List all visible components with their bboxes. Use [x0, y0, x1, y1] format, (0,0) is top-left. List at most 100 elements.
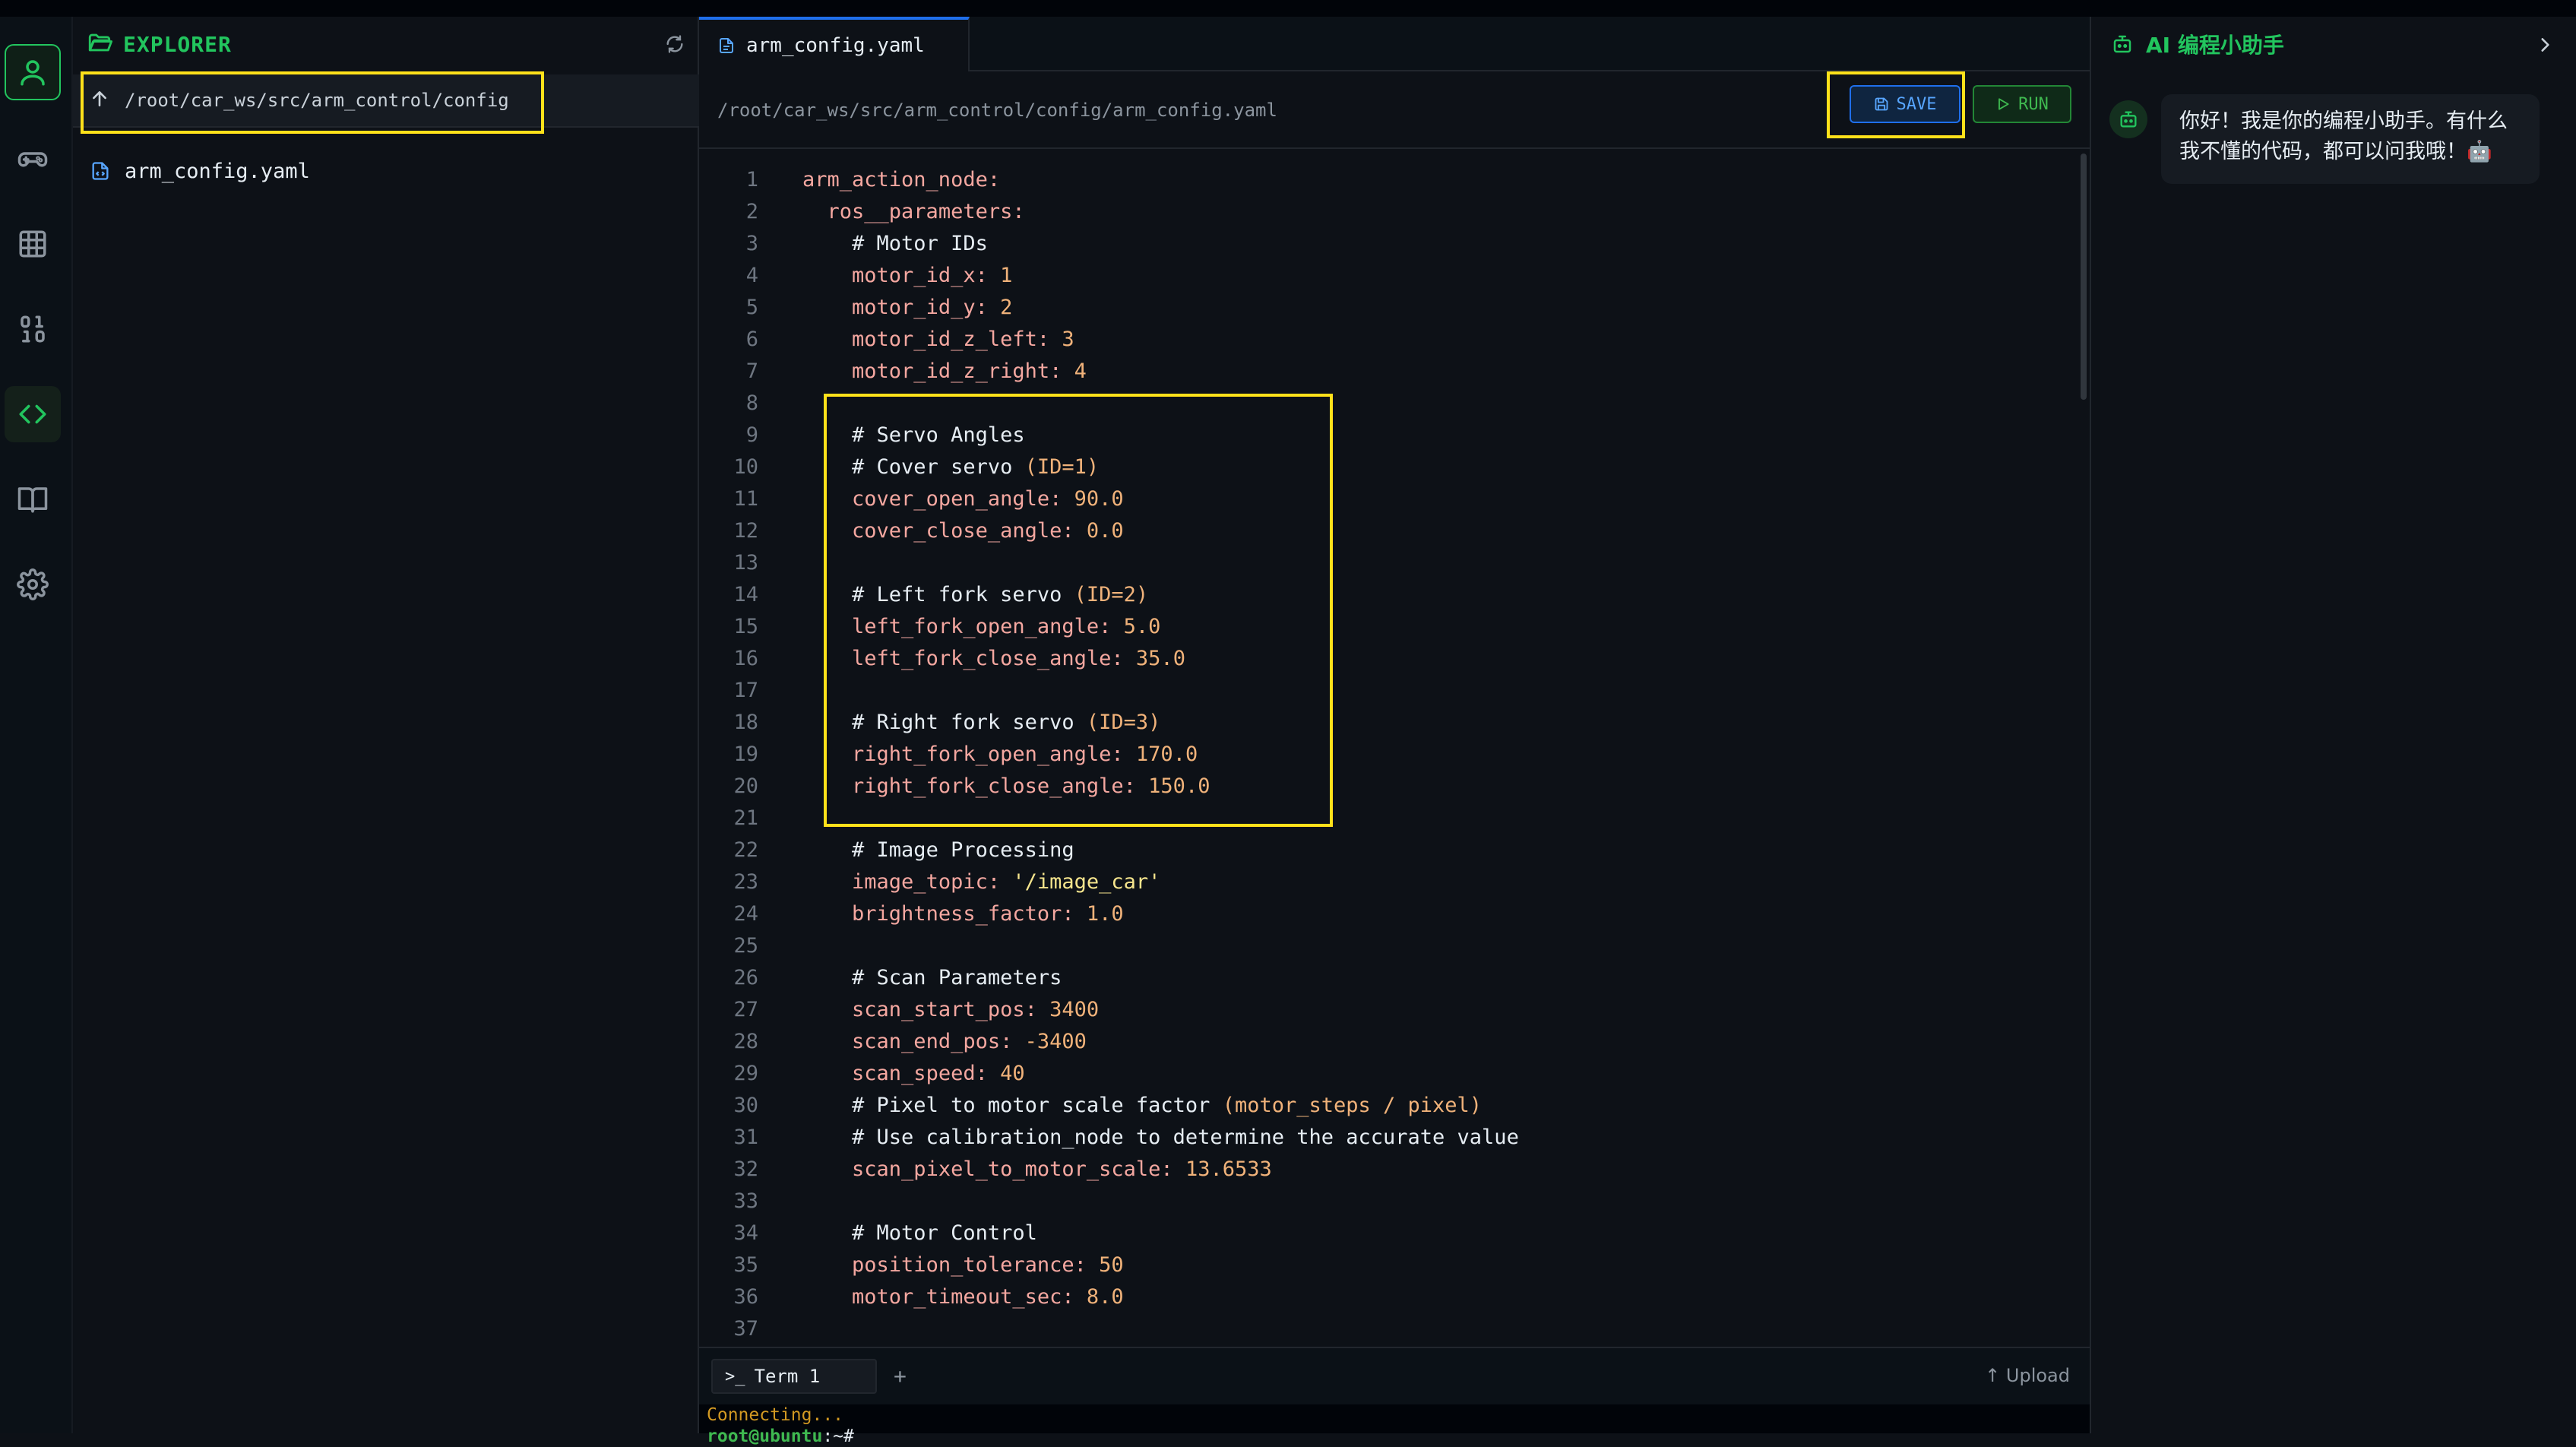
code-line[interactable]: 33 — [699, 1186, 2052, 1217]
editor-scrollbar[interactable] — [2081, 154, 2087, 400]
code-line[interactable]: 34 # Motor Control — [699, 1217, 2052, 1249]
gamepad-icon[interactable] — [5, 131, 61, 187]
code-text: motor_id_x: 1 — [852, 264, 1013, 287]
line-number: 22 — [733, 838, 758, 862]
folder-open-icon — [87, 30, 112, 59]
code-line[interactable]: 37 — [699, 1313, 2052, 1345]
line-number: 7 — [745, 359, 758, 383]
add-terminal-button[interactable]: + — [894, 1363, 907, 1388]
code-line[interactable]: 28 scan_end_pos: -3400 — [699, 1026, 2052, 1058]
line-number: 5 — [745, 296, 758, 319]
code-text: scan_pixel_to_motor_scale: 13.6533 — [852, 1157, 1272, 1181]
chevron-right-icon[interactable] — [2535, 35, 2555, 58]
code-line[interactable]: 20 right_fork_close_angle: 150.0 — [699, 771, 2052, 803]
code-line[interactable]: 18 # Right fork servo (ID=3) — [699, 707, 2052, 739]
code-text: # Motor Control — [852, 1221, 1037, 1245]
code-line[interactable]: 17 — [699, 675, 2052, 707]
code-line[interactable]: 14 # Left fork servo (ID=2) — [699, 579, 2052, 611]
code-line[interactable]: 25 — [699, 930, 2052, 962]
code-text: right_fork_close_angle: 150.0 — [852, 774, 1210, 798]
code-line[interactable]: 19 right_fork_open_angle: 170.0 — [699, 739, 2052, 771]
code-line[interactable]: 8 — [699, 388, 2052, 420]
line-number: 15 — [733, 615, 758, 638]
tab-arm-config[interactable]: arm_config.yaml — [699, 17, 970, 71]
line-number: 2 — [745, 200, 758, 223]
code-text: scan_speed: 40 — [852, 1062, 1025, 1085]
line-number: 16 — [733, 647, 758, 670]
line-number: 27 — [733, 998, 758, 1021]
play-icon — [1998, 98, 2009, 110]
refresh-icon[interactable] — [664, 33, 685, 55]
file-icon — [720, 38, 733, 53]
code-text: arm_action_node: — [802, 168, 1001, 192]
ai-avatar — [2109, 100, 2147, 138]
code-line[interactable]: 21 — [699, 803, 2052, 834]
file-name: arm_config.yaml — [125, 159, 310, 183]
terminal-tab-label: Term 1 — [754, 1366, 821, 1387]
line-number: 24 — [733, 902, 758, 926]
line-number: 10 — [733, 455, 758, 479]
code-line[interactable]: 27 scan_start_pos: 3400 — [699, 994, 2052, 1026]
code-line[interactable]: 12 cover_close_angle: 0.0 — [699, 515, 2052, 547]
code-icon[interactable] — [5, 386, 61, 442]
file-item[interactable]: arm_config.yaml — [73, 146, 699, 196]
explorer-panel: EXPLORER /root/car_ws/src/arm_control/co… — [73, 17, 699, 1433]
code-editor[interactable]: 1 arm_action_node: 2 ros__parameters: 3 # M… — [699, 154, 2090, 1357]
code-line[interactable]: 36 motor_timeout_sec: 8.0 — [699, 1281, 2052, 1313]
code-line[interactable]: 10 # Cover servo (ID=1) — [699, 451, 2052, 483]
code-line[interactable]: 7 motor_id_z_right: 4 — [699, 356, 2052, 388]
code-text: brightness_factor: 1.0 — [852, 902, 1124, 926]
code-line[interactable]: 4 motor_id_x: 1 — [699, 260, 2052, 292]
ai-message-line-1: 你好！我是你的编程小助手。有什么 — [2179, 109, 2508, 133]
run-button[interactable]: RUN — [1973, 85, 2071, 123]
line-number: 30 — [733, 1094, 758, 1117]
code-text: motor_id_y: 2 — [852, 296, 1013, 319]
code-text: # Motor IDs — [852, 232, 988, 255]
code-line[interactable]: 31 # Use calibration_node to determine t… — [699, 1122, 2052, 1154]
line-number: 4 — [745, 264, 758, 287]
gear-icon[interactable] — [5, 556, 61, 613]
code-line[interactable]: 24 brightness_factor: 1.0 — [699, 898, 2052, 930]
code-line[interactable]: 29 scan_speed: 40 — [699, 1058, 2052, 1090]
tab-terminal-1[interactable]: >_ Term 1 — [711, 1359, 877, 1394]
editor-panel: arm_config.yaml /root/car_ws/src/arm_con… — [699, 17, 2090, 1446]
code-line[interactable]: 16 left_fork_close_angle: 35.0 — [699, 643, 2052, 675]
code-line[interactable]: 26 # Scan Parameters — [699, 962, 2052, 994]
explorer-title: EXPLORER — [123, 31, 232, 57]
code-text: cover_close_angle: 0.0 — [852, 519, 1124, 543]
line-number: 35 — [733, 1253, 758, 1277]
arrow-up-icon[interactable] — [90, 89, 109, 112]
code-line[interactable]: 5 motor_id_y: 2 — [699, 292, 2052, 324]
code-text: motor_id_z_left: 3 — [852, 328, 1074, 351]
ai-message-line-2: 我不懂的代码，都可以问我哦！🤖 — [2179, 140, 2492, 163]
code-line[interactable]: 6 motor_id_z_left: 3 — [699, 324, 2052, 356]
code-line[interactable]: 3 # Motor IDs — [699, 228, 2052, 260]
activity-bar — [0, 17, 73, 1433]
line-number: 1 — [745, 168, 758, 192]
code-line[interactable]: 30 # Pixel to motor scale factor (motor_… — [699, 1090, 2052, 1122]
upload-button[interactable]: ↑ Upload — [1985, 1365, 2070, 1386]
line-number: 25 — [733, 934, 758, 958]
user-icon[interactable] — [5, 44, 61, 100]
code-line[interactable]: 23 image_topic: '/image_car' — [699, 866, 2052, 898]
line-number: 29 — [733, 1062, 758, 1085]
code-line[interactable]: 32 scan_pixel_to_motor_scale: 13.6533 — [699, 1154, 2052, 1186]
line-number: 19 — [733, 742, 758, 766]
code-line[interactable]: 9 # Servo Angles — [699, 420, 2052, 451]
binary-icon[interactable] — [5, 301, 61, 357]
run-label: RUN — [2018, 94, 2049, 114]
save-button[interactable]: SAVE — [1850, 85, 1960, 123]
code-line[interactable]: 22 # Image Processing — [699, 834, 2052, 866]
book-icon[interactable] — [5, 471, 61, 527]
code-line[interactable]: 35 position_tolerance: 50 — [699, 1249, 2052, 1281]
code-line[interactable]: 1 arm_action_node: — [699, 164, 2052, 196]
terminal-output[interactable]: Connecting... root@ubuntu:~# — [699, 1404, 2090, 1446]
line-number: 23 — [733, 870, 758, 894]
code-line[interactable]: 11 cover_open_angle: 90.0 — [699, 483, 2052, 515]
explorer-path-bar[interactable]: /root/car_ws/src/arm_control/config — [73, 74, 699, 128]
code-line[interactable]: 2 ros__parameters: — [699, 196, 2052, 228]
explorer-path: /root/car_ws/src/arm_control/config — [125, 90, 509, 111]
grid-icon[interactable] — [5, 216, 61, 272]
code-line[interactable]: 15 left_fork_open_angle: 5.0 — [699, 611, 2052, 643]
code-line[interactable]: 13 — [699, 547, 2052, 579]
